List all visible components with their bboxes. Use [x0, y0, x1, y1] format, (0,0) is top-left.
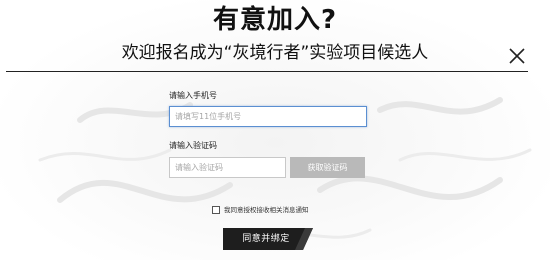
consent-checkbox[interactable] — [212, 206, 220, 214]
consent-row: 我同意授权接收相关消息通知 — [212, 205, 309, 215]
close-icon — [509, 48, 525, 64]
close-button[interactable] — [504, 43, 530, 69]
get-code-button[interactable]: 获取验证码 — [290, 157, 365, 178]
phone-label: 请输入手机号 — [169, 91, 217, 100]
verification-code-input[interactable] — [169, 157, 286, 178]
consent-label: 我同意授权接收相关消息通知 — [224, 206, 309, 214]
agree-and-bind-button[interactable]: 同意并绑定 — [223, 228, 313, 250]
dialog-title: 有意加入? — [212, 5, 338, 35]
submit-button-label: 同意并绑定 — [242, 234, 290, 244]
signup-dialog: 有意加入? 欢迎报名成为“灰境行者”实验项目候选人 请输入手机号 请输入验证码 … — [0, 0, 550, 260]
dialog-subtitle: 欢迎报名成为“灰境行者”实验项目候选人 — [121, 43, 429, 63]
code-label: 请输入验证码 — [169, 141, 217, 150]
title-divider — [6, 71, 528, 72]
phone-input[interactable] — [169, 106, 367, 127]
